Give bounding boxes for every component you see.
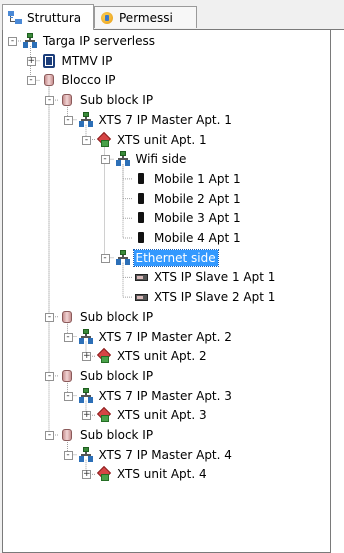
tree-node[interactable]: Ethernet side — [115, 248, 219, 267]
tree-node[interactable]: XTS unit Apt. 2 — [96, 347, 209, 365]
tree-node-label: Sub block IP — [80, 428, 154, 442]
tree-node[interactable]: XTS IP Slave 2 Apt 1 — [133, 288, 277, 306]
tab-bar: Struttura Permessi — [0, 0, 344, 30]
network-icon — [78, 446, 94, 463]
block-icon — [59, 368, 75, 384]
mobile-icon — [133, 210, 149, 226]
slave-icon — [133, 289, 149, 305]
unit-icon — [96, 466, 112, 482]
tree-node-label: XTS unit Apt. 1 — [117, 132, 207, 147]
tree-node[interactable]: XTS unit Apt. 4 — [96, 465, 209, 483]
block-icon — [59, 427, 75, 443]
collapse-toggle[interactable]: - — [8, 37, 17, 46]
tree-node-label: XTS 7 IP Master Apt. 1 — [98, 112, 232, 127]
tree-node[interactable]: XTS 7 IP Master Apt. 1 — [78, 111, 234, 129]
tab-struttura[interactable]: Struttura — [2, 4, 94, 30]
tree-node-label: XTS 7 IP Master Apt. 2 — [98, 329, 232, 344]
network-icon — [22, 33, 38, 49]
collapse-toggle[interactable]: - — [100, 155, 110, 165]
tree-node-label: Mobile 3 Apt 1 — [154, 211, 241, 226]
tree-node-label: Mobile 2 Apt 1 — [154, 191, 241, 206]
tree-node-label: XTS IP Slave 1 Apt 1 — [154, 270, 276, 285]
tree-node[interactable]: XTS IP Slave 1 Apt 1 — [133, 268, 277, 286]
collapse-toggle[interactable]: - — [63, 332, 73, 342]
tree-node-label: Targa IP serverless — [43, 34, 156, 48]
collapse-toggle[interactable]: - — [63, 391, 73, 401]
mobile-icon — [133, 230, 149, 246]
tree-node-label: Mobile 1 Apt 1 — [154, 171, 241, 186]
network-icon — [115, 151, 131, 167]
tree-node[interactable]: XTS 7 IP Master Apt. 3 — [78, 387, 234, 405]
mobile-icon — [133, 171, 149, 187]
expand-toggle[interactable]: + — [82, 470, 91, 480]
block-icon — [41, 72, 57, 88]
block-icon — [59, 309, 75, 325]
tree-node-label: XTS 7 IP Master Apt. 4 — [98, 447, 232, 462]
tree-node[interactable]: Mobile 4 Apt 1 — [133, 229, 243, 247]
tree-node-label: XTS IP Slave 2 Apt 1 — [154, 290, 276, 305]
tree-node-label: MTMV IP — [61, 53, 113, 68]
collapse-toggle[interactable]: - — [45, 312, 54, 322]
tab-permessi[interactable]: Permessi — [94, 6, 197, 28]
tree-node[interactable]: Mobile 2 Apt 1 — [133, 190, 243, 208]
block-icon — [59, 92, 75, 108]
network-icon — [115, 249, 131, 266]
unit-icon — [96, 407, 112, 423]
collapse-toggle[interactable]: - — [45, 431, 54, 440]
tree-node-label: Wifi side — [135, 152, 187, 167]
collapse-toggle[interactable]: - — [63, 115, 73, 125]
tree-node[interactable]: Sub block IP — [59, 426, 155, 444]
tree-node-label: Blocco IP — [61, 73, 116, 88]
tree-node-label: XTS unit Apt. 4 — [117, 467, 207, 482]
unit-icon — [96, 348, 112, 364]
collapse-toggle[interactable]: - — [63, 450, 73, 460]
collapse-toggle[interactable]: - — [100, 253, 110, 263]
unit-icon — [96, 132, 112, 148]
structure-tree[interactable]: Targa IP serverless - MTMV IP + Blocco IP - Su… — [2, 29, 330, 553]
tree-node[interactable]: XTS 7 IP Master Apt. 4 — [78, 446, 234, 464]
tree-node-label: XTS 7 IP Master Apt. 3 — [98, 388, 232, 403]
tree-node[interactable]: XTS 7 IP Master Apt. 2 — [78, 328, 234, 346]
tree-node[interactable]: Sub block IP — [59, 367, 155, 385]
tree-node-label: XTS unit Apt. 3 — [117, 408, 207, 423]
tree-node-label: Sub block IP — [80, 93, 154, 108]
network-icon — [78, 328, 94, 345]
tree-node-label: Sub block IP — [80, 309, 154, 324]
mobile-icon — [133, 191, 149, 207]
collapse-toggle[interactable]: - — [26, 76, 36, 86]
collapse-toggle[interactable]: - — [45, 371, 54, 381]
tree-node[interactable]: Blocco IP — [41, 71, 118, 89]
tree-node[interactable]: XTS unit Apt. 3 — [96, 406, 209, 424]
expand-toggle[interactable]: + — [26, 56, 36, 66]
tree-node-label: Mobile 4 Apt 1 — [154, 231, 241, 245]
tree-node[interactable]: Sub block IP — [59, 308, 155, 326]
structure-icon — [7, 10, 23, 26]
network-icon — [78, 111, 94, 128]
tab-struttura-label: Struttura — [27, 10, 82, 25]
tree-node[interactable]: MTMV IP — [40, 52, 115, 70]
tree-node[interactable]: Wifi side — [115, 150, 189, 168]
tree-node[interactable]: Targa IP serverless — [22, 32, 157, 50]
collapse-toggle[interactable]: - — [82, 135, 91, 145]
tree-node[interactable]: Sub block IP — [59, 91, 155, 109]
tree-node-label: XTS unit Apt. 2 — [117, 349, 207, 364]
permissions-icon — [99, 10, 115, 26]
tree-node[interactable]: XTS unit Apt. 1 — [96, 131, 209, 149]
collapse-toggle[interactable]: - — [45, 96, 54, 106]
tree-node[interactable]: Mobile 1 Apt 1 — [133, 170, 243, 188]
tab-permessi-label: Permessi — [119, 10, 173, 25]
tree-node-label: Ethernet side — [132, 248, 219, 267]
tree-node[interactable]: Mobile 3 Apt 1 — [133, 209, 243, 227]
detail-panel — [330, 29, 344, 553]
slave-icon — [133, 269, 149, 285]
mtmv-icon — [40, 52, 57, 69]
expand-toggle[interactable]: + — [82, 352, 91, 362]
network-icon — [78, 387, 94, 404]
tree-node-label: Sub block IP — [80, 368, 154, 383]
expand-toggle[interactable]: + — [82, 411, 91, 421]
